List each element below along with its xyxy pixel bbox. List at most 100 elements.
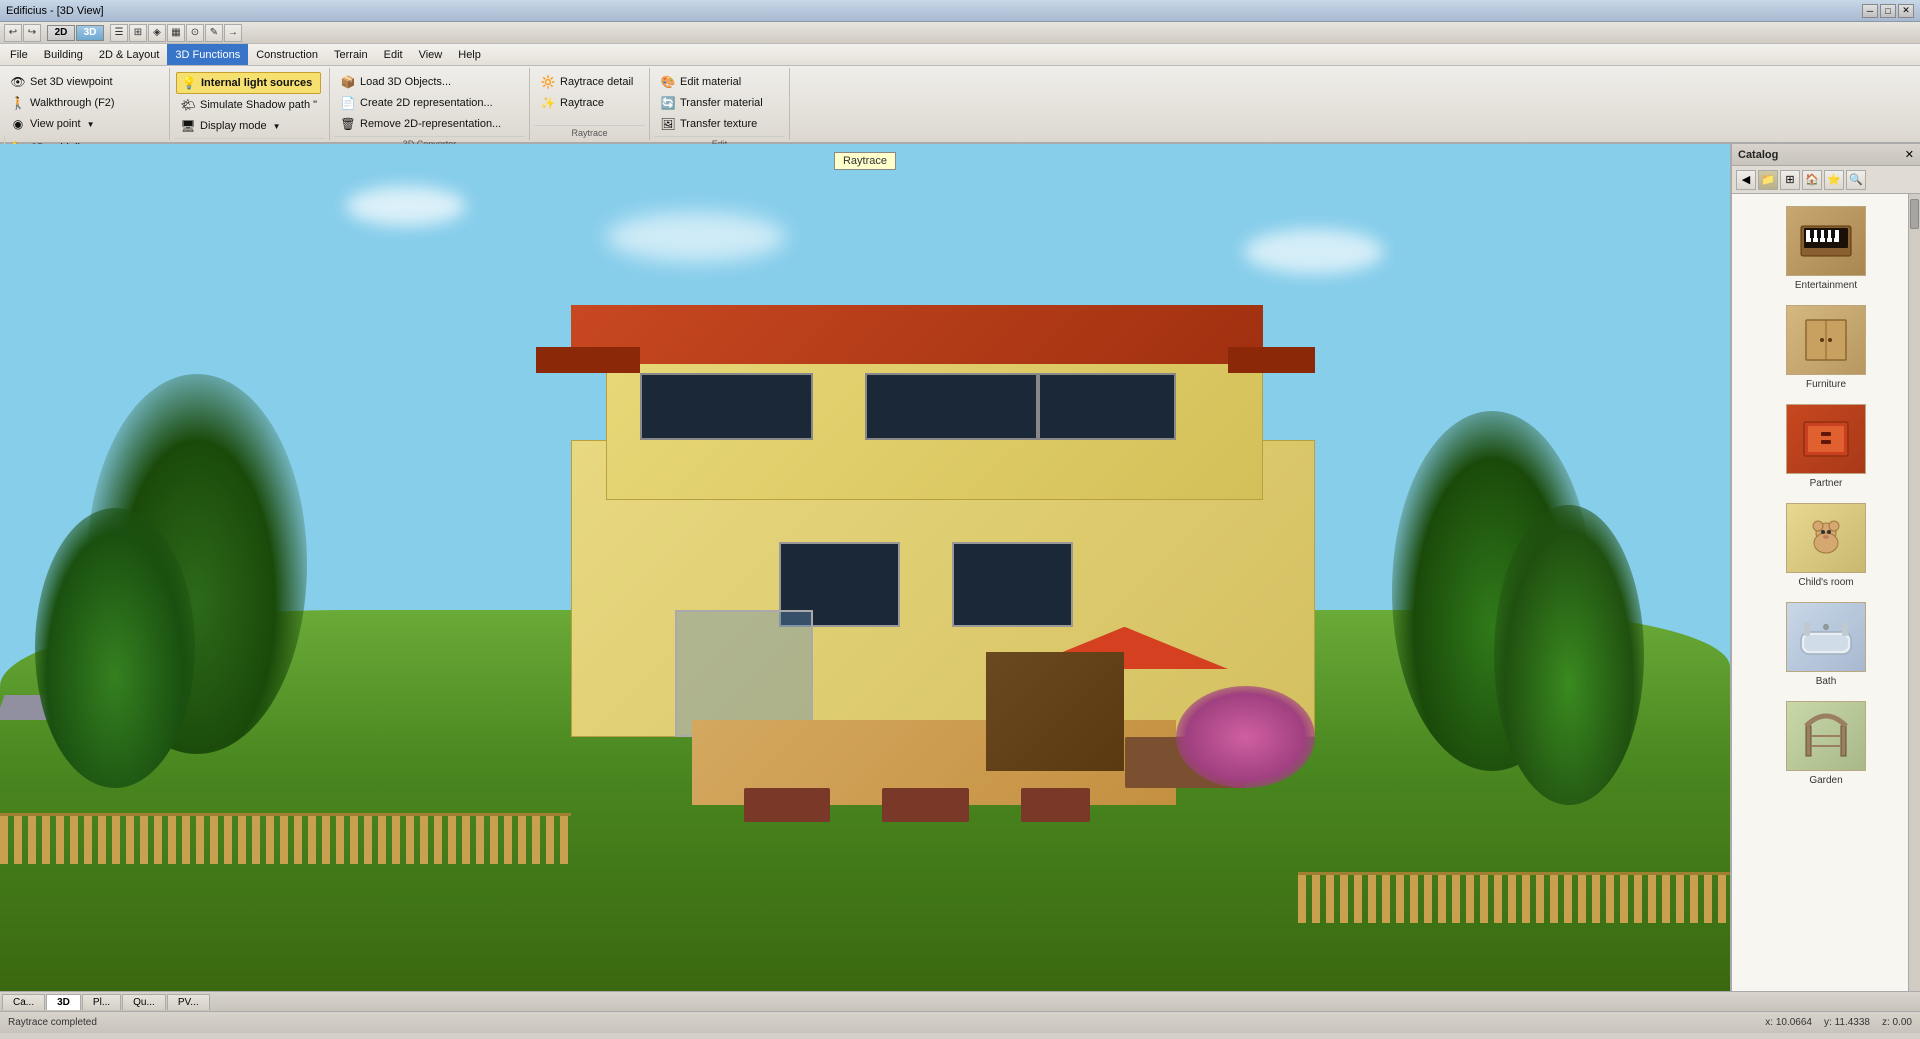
- catalog-label-garden: Garden: [1809, 775, 1842, 786]
- viewpoint-icon: ◉: [10, 116, 26, 132]
- y-value: 11.4338: [1835, 1017, 1870, 1028]
- y-coord: y: 11.4338: [1824, 1017, 1870, 1028]
- catalog-tab-grid[interactable]: ⊞: [1780, 170, 1800, 190]
- ribbon-btn-viewpoint[interactable]: ◉ View point ▼: [6, 114, 119, 134]
- display-icon: 🖥: [180, 118, 196, 134]
- bottom-tab-qu[interactable]: Qu...: [122, 994, 166, 1010]
- close-button[interactable]: ✕: [1898, 4, 1914, 18]
- catalog-header: Catalog ✕: [1732, 144, 1920, 166]
- transfer-texture-icon: 🖼: [660, 116, 676, 132]
- window-upper-3: [1038, 373, 1176, 441]
- transfer-material-icon: 🔄: [660, 95, 676, 111]
- menu-terrain[interactable]: Terrain: [326, 44, 376, 65]
- ribbon-btn-remove-2d[interactable]: 🗑 Remove 2D-representation...: [336, 114, 505, 134]
- x-label: x:: [1765, 1017, 1773, 1028]
- entertainment-svg: [1796, 216, 1856, 266]
- menu-building[interactable]: Building: [36, 44, 91, 65]
- main-area: Raytrace: [0, 144, 1920, 991]
- titlebar: Edificius - [3D View] ─ □ ✕: [0, 0, 1920, 22]
- catalog-back-button[interactable]: ◀: [1736, 170, 1756, 190]
- tree-left-small: [35, 508, 195, 788]
- undo-button[interactable]: ↩: [4, 24, 22, 42]
- x-coord: x: 10.0664: [1765, 1017, 1812, 1028]
- catalog-item-entertainment[interactable]: Entertainment: [1741, 202, 1911, 295]
- set3d-icon: 👁: [10, 74, 26, 90]
- catalog-item-furniture[interactable]: Furniture: [1741, 301, 1911, 394]
- toolbar-btn-7[interactable]: →: [224, 24, 242, 42]
- catalog-item-partner[interactable]: Partner: [1741, 400, 1911, 493]
- fence-front-left: [0, 813, 571, 864]
- catalog-tab-star[interactable]: ⭐: [1824, 170, 1844, 190]
- catalog-tab-folder[interactable]: 📁: [1758, 170, 1778, 190]
- ribbon: 👁 Set 3D viewpoint 🚶 Walkthrough (F2) ◉ …: [0, 66, 1920, 144]
- menu-view[interactable]: View: [411, 44, 451, 65]
- window-upper-2: [865, 373, 1038, 441]
- ribbon-btn-create-2d[interactable]: 📄 Create 2D representation...: [336, 93, 505, 113]
- ribbon-btn-raytrace-detail[interactable]: 🔆 Raytrace detail: [536, 72, 637, 92]
- mode-2d-button[interactable]: 2D: [47, 25, 75, 41]
- ribbon-btn-internal-light[interactable]: 💡 Internal light sources: [176, 72, 321, 94]
- bottom-tab-3d[interactable]: 3D: [46, 994, 81, 1010]
- fence-front-right: [1298, 872, 1731, 923]
- ribbon-group-raytrace: 🔆 Raytrace detail ✨ Raytrace Raytrace: [530, 68, 650, 140]
- roof-overhang-left: [536, 347, 640, 372]
- app-title: Edificius - [3D View]: [6, 5, 104, 17]
- cloud-2: [606, 212, 786, 262]
- menu-3d-functions[interactable]: 3D Functions: [167, 44, 248, 65]
- raytrace-detail-icon: 🔆: [540, 74, 556, 90]
- ribbon-btn-edit-material[interactable]: 🎨 Edit material: [656, 72, 767, 92]
- toolbar-btn-6[interactable]: ✎: [205, 24, 223, 42]
- ribbon-btn-transfer-texture[interactable]: 🖼 Transfer texture: [656, 114, 767, 134]
- ribbon-btn-display-mode[interactable]: 🖥 Display mode ▼: [176, 116, 321, 136]
- toolbar-btn-1[interactable]: ☰: [110, 24, 128, 42]
- redo-button[interactable]: ↪: [23, 24, 41, 42]
- minimize-button[interactable]: ─: [1862, 4, 1878, 18]
- ribbon-group-lighting: 💡 Internal light sources 🌤 Simulate Shad…: [170, 68, 330, 140]
- catalog-scrollbar-thumb[interactable]: [1910, 199, 1919, 229]
- catalog-tab-search[interactable]: 🔍: [1846, 170, 1866, 190]
- catalog-items: Entertainment Furniture: [1732, 194, 1920, 991]
- catalog-close-icon[interactable]: ✕: [1905, 148, 1914, 161]
- viewport-scene: [0, 144, 1730, 991]
- create2d-icon: 📄: [340, 95, 356, 111]
- bottom-tab-pv[interactable]: PV...: [167, 994, 210, 1010]
- bottom-tab-ca[interactable]: Ca...: [2, 994, 45, 1010]
- catalog-item-childs-room[interactable]: Child's room: [1741, 499, 1911, 592]
- status-text: Raytrace completed: [8, 1017, 97, 1028]
- toolbar-btn-2[interactable]: ⊞: [129, 24, 147, 42]
- cloud-1: [346, 186, 466, 226]
- catalog-img-childs-room: [1786, 503, 1866, 573]
- catalog-label-partner: Partner: [1810, 478, 1843, 489]
- menu-help[interactable]: Help: [450, 44, 489, 65]
- menu-2d-layout[interactable]: 2D & Layout: [91, 44, 168, 65]
- catalog-item-garden[interactable]: Garden: [1741, 697, 1911, 790]
- catalog-item-bath[interactable]: Bath: [1741, 598, 1911, 691]
- catalog-img-entertainment: [1786, 206, 1866, 276]
- planter-3: [1021, 788, 1090, 822]
- maximize-button[interactable]: □: [1880, 4, 1896, 18]
- z-value: 0.00: [1893, 1017, 1912, 1028]
- toolbar-btn-5[interactable]: ⊙: [186, 24, 204, 42]
- catalog-panel: Catalog ✕ ◀ 📁 ⊞ 🏠 ⭐ 🔍: [1730, 144, 1920, 991]
- catalog-scrollbar[interactable]: [1908, 194, 1920, 991]
- catalog-tab-home[interactable]: 🏠: [1802, 170, 1822, 190]
- ribbon-btn-walkthrough[interactable]: 🚶 Walkthrough (F2): [6, 93, 119, 113]
- menu-file[interactable]: File: [2, 44, 36, 65]
- toolbar-btn-4[interactable]: ▦: [167, 24, 185, 42]
- planter-2: [882, 788, 969, 822]
- toolbar-btn-3[interactable]: ◈: [148, 24, 166, 42]
- ribbon-btn-set3d[interactable]: 👁 Set 3D viewpoint: [6, 72, 119, 92]
- menu-edit[interactable]: Edit: [376, 44, 411, 65]
- mode-3d-button[interactable]: 3D: [76, 25, 104, 41]
- menu-construction[interactable]: Construction: [248, 44, 326, 65]
- icon-strip: ↩ ↪ 2D 3D ☰ ⊞ ◈ ▦ ⊙ ✎ →: [0, 22, 1920, 44]
- ribbon-btn-raytrace[interactable]: ✨ Raytrace: [536, 93, 637, 113]
- ribbon-btn-transfer-material[interactable]: 🔄 Transfer material: [656, 93, 767, 113]
- load3d-icon: 📦: [340, 74, 356, 90]
- ribbon-btn-simulate-shadow[interactable]: 🌤 Simulate Shadow path ": [176, 95, 321, 115]
- viewport[interactable]: Raytrace: [0, 144, 1730, 991]
- bottom-tab-pl[interactable]: Pl...: [82, 994, 121, 1010]
- child-svg: [1796, 513, 1856, 563]
- catalog-label-entertainment: Entertainment: [1795, 280, 1857, 291]
- ribbon-btn-load-3d[interactable]: 📦 Load 3D Objects...: [336, 72, 505, 92]
